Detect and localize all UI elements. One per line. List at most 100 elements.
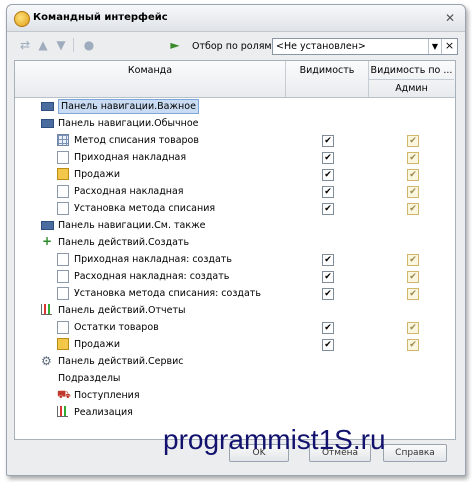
row-label: Панель навигации.Важное xyxy=(58,99,199,114)
admin-visibility-checkbox[interactable]: ✔ xyxy=(407,152,419,164)
arrow-up-icon[interactable]: ▲ xyxy=(35,37,51,53)
visibility-checkbox[interactable]: ✔ xyxy=(322,254,334,266)
table-row[interactable]: Продажи ✔ ✔ xyxy=(15,166,455,183)
row-label: Установка метода списания: создать xyxy=(74,288,261,299)
visibility-checkbox[interactable]: ✔ xyxy=(322,169,334,181)
chart-icon xyxy=(57,406,68,417)
visibility-checkbox[interactable]: ✔ xyxy=(322,288,334,300)
document-icon xyxy=(57,185,69,198)
close-button[interactable]: ✕ xyxy=(443,11,457,25)
document-icon xyxy=(57,321,69,334)
admin-visibility-checkbox[interactable]: ✔ xyxy=(407,186,419,198)
document-icon xyxy=(57,151,69,164)
admin-visibility-checkbox[interactable]: ✔ xyxy=(407,169,419,181)
sales-icon xyxy=(57,338,69,350)
admin-visibility-checkbox[interactable]: ✔ xyxy=(407,135,419,147)
row-label: Приходная накладная: создать xyxy=(74,254,232,265)
document-icon xyxy=(57,253,69,266)
chevron-down-icon[interactable]: ▼ xyxy=(428,39,441,54)
commands-table: Команда Видимость Видимость по ... Админ… xyxy=(14,60,456,440)
table-row[interactable]: ⛟ Поступления xyxy=(15,387,455,404)
visibility-checkbox[interactable]: ✔ xyxy=(322,322,334,334)
visibility-checkbox[interactable]: ✔ xyxy=(322,135,334,147)
grid-icon xyxy=(57,134,69,146)
role-filter-label: Отбор по ролям: xyxy=(192,41,275,52)
move-item-icon[interactable]: ⇄ xyxy=(17,37,33,53)
row-label: Панель действий.Отчеты xyxy=(58,305,186,316)
row-label: Подразделы xyxy=(58,373,121,384)
role-filter-value: <Не установлен> xyxy=(276,41,366,52)
row-label: Расходная накладная xyxy=(74,186,184,197)
table-row[interactable]: Подразделы xyxy=(15,370,455,387)
table-row[interactable]: Панель навигации.Обычное xyxy=(15,115,455,132)
nav-panel-icon xyxy=(41,119,54,128)
admin-visibility-checkbox[interactable]: ✔ xyxy=(407,322,419,334)
watermark-text: programmist1S.ru xyxy=(163,424,386,455)
visibility-checkbox[interactable]: ✔ xyxy=(322,203,334,215)
row-label: Продажи xyxy=(74,169,121,180)
table-row[interactable]: Приходная накладная ✔ ✔ xyxy=(15,149,455,166)
document-icon xyxy=(57,202,69,215)
gear-icon: ⚙ xyxy=(41,354,52,368)
document-icon xyxy=(57,270,69,283)
table-row[interactable]: Метод списания товаров ✔ ✔ xyxy=(15,132,455,149)
table-row[interactable]: Расходная накладная: создать ✔ ✔ xyxy=(15,268,455,285)
row-label: Реализация xyxy=(74,407,133,418)
row-label: Продажи xyxy=(74,339,121,350)
command-interface-window: Командный интерфейс ✕ ⇄ ▲ ▼ ● ► Отбор по… xyxy=(6,4,466,476)
role-filter-field[interactable]: <Не установлен> ▼ × xyxy=(272,38,458,55)
admin-visibility-checkbox[interactable]: ✔ xyxy=(407,271,419,283)
arrow-down-icon[interactable]: ▼ xyxy=(53,37,69,53)
table-row[interactable]: + Панель действий.Создать xyxy=(15,234,455,251)
row-label: Приходная накладная xyxy=(74,152,187,163)
table-row[interactable]: Панель действий.Отчеты xyxy=(15,302,455,319)
table-row[interactable]: Расходная накладная ✔ ✔ xyxy=(15,183,455,200)
visibility-checkbox[interactable]: ✔ xyxy=(322,152,334,164)
admin-visibility-checkbox[interactable]: ✔ xyxy=(407,339,419,351)
window-title: Командный интерфейс xyxy=(33,12,168,23)
column-header-visibility[interactable]: Видимость xyxy=(286,61,369,97)
table-row[interactable]: ⚙ Панель действий.Сервис xyxy=(15,353,455,370)
row-label: Поступления xyxy=(74,390,140,401)
table-row[interactable]: Установка метода списания: создать ✔ ✔ xyxy=(15,285,455,302)
circle-icon[interactable]: ● xyxy=(81,37,97,53)
row-label: Панель действий.Сервис xyxy=(58,356,184,367)
column-header-command[interactable]: Команда xyxy=(15,61,286,97)
table-row[interactable]: Реализация xyxy=(15,404,455,421)
row-label: Панель действий.Создать xyxy=(58,237,190,248)
table-row[interactable]: Панель навигации.Важное xyxy=(15,98,455,115)
table-row[interactable]: Продажи ✔ ✔ xyxy=(15,336,455,353)
column-header-admin: Админ xyxy=(369,79,454,98)
visibility-checkbox[interactable]: ✔ xyxy=(322,271,334,283)
admin-visibility-checkbox[interactable]: ✔ xyxy=(407,288,419,300)
admin-visibility-checkbox[interactable]: ✔ xyxy=(407,203,419,215)
reports-icon xyxy=(41,304,52,315)
toolbar: ⇄ ▲ ▼ ● ► Отбор по ролям: <Не установлен… xyxy=(7,32,465,58)
visibility-checkbox[interactable]: ✔ xyxy=(322,186,334,198)
table-row[interactable]: Установка метода списания ✔ ✔ xyxy=(15,200,455,217)
document-icon xyxy=(57,287,69,300)
admin-visibility-checkbox[interactable]: ✔ xyxy=(407,254,419,266)
help-button[interactable]: Справка xyxy=(383,444,447,462)
row-label: Панель навигации.Обычное xyxy=(58,118,199,129)
clear-icon[interactable]: × xyxy=(441,39,457,54)
column-header-visibility-by-role[interactable]: Видимость по ... Админ xyxy=(369,61,454,97)
nav-panel-icon xyxy=(41,221,54,230)
title-bar: Командный интерфейс ✕ xyxy=(7,5,465,32)
row-label: Панель навигации.См. также xyxy=(58,220,206,231)
sales-icon xyxy=(57,168,69,180)
row-label: Остатки товаров xyxy=(74,322,159,333)
play-icon[interactable]: ► xyxy=(167,37,183,53)
receipts-icon: ⛟ xyxy=(57,388,71,401)
table-header: Команда Видимость Видимость по ... Админ xyxy=(15,61,455,98)
app-icon xyxy=(14,11,30,27)
table-row[interactable]: Приходная накладная: создать ✔ ✔ xyxy=(15,251,455,268)
table-row[interactable]: Панель навигации.См. также xyxy=(15,217,455,234)
toolbar-divider xyxy=(73,38,74,52)
nav-panel-icon xyxy=(41,102,54,111)
row-label: Установка метода списания xyxy=(74,203,216,214)
visibility-checkbox[interactable]: ✔ xyxy=(322,339,334,351)
table-row[interactable]: Остатки товаров ✔ ✔ xyxy=(15,319,455,336)
create-icon: + xyxy=(41,234,53,248)
row-label: Метод списания товаров xyxy=(74,135,199,146)
